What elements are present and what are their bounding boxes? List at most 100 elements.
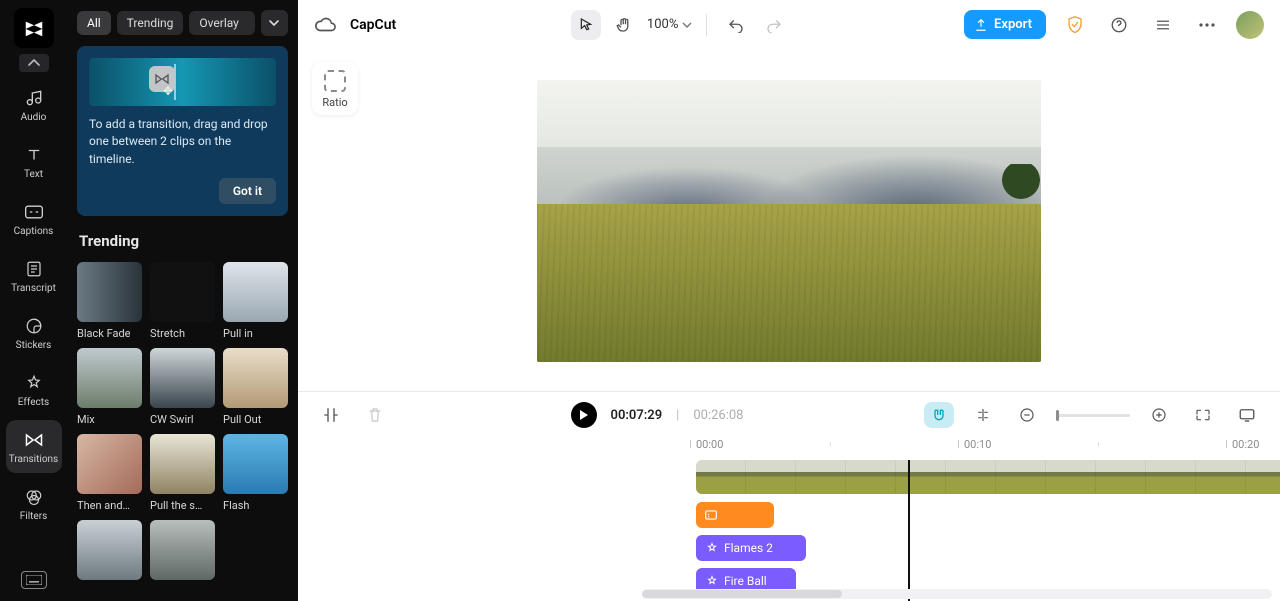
effect-label: Flames 2 (724, 541, 773, 555)
tabs-overflow-button[interactable] (261, 10, 288, 36)
delete-tool[interactable] (360, 400, 390, 430)
timeline-tracks: Flames 2 Fire Ball (696, 460, 1270, 594)
cloud-sync-icon[interactable] (314, 14, 336, 36)
keyboard-icon[interactable] (21, 571, 47, 589)
card-label: Pull in (223, 327, 288, 340)
ruler-tick: 00:10 (964, 438, 991, 451)
project-title[interactable]: CapCut (350, 17, 396, 33)
export-button[interactable]: Export (964, 10, 1046, 39)
tab-all[interactable]: All (77, 11, 111, 35)
tip-text: To add a transition, drag and drop one b… (89, 116, 276, 168)
timeline-body[interactable]: Flames 2 Fire Ball (298, 460, 1280, 601)
play-button[interactable] (571, 402, 597, 428)
timeline: 00:07:29 | 00:26:08 00:00 00:10 00:20 00… (298, 391, 1280, 601)
zoom-value: 100% (647, 17, 678, 32)
time-separator: | (676, 408, 679, 423)
video-stage[interactable] (298, 50, 1280, 391)
captions-icon (24, 202, 44, 222)
time-current: 00:07:29 (611, 408, 663, 423)
timeline-ruler[interactable]: 00:00 00:10 00:20 00:30 (696, 438, 1280, 460)
shield-icon[interactable] (1060, 10, 1090, 40)
video-clip[interactable] (696, 460, 1280, 494)
card-label: Pull the s… (150, 499, 215, 512)
rail-item-filters[interactable]: Filters (6, 477, 62, 530)
undo-button[interactable] (721, 10, 751, 40)
export-icon (974, 18, 988, 32)
select-tool[interactable] (571, 10, 601, 40)
effect-clip[interactable]: Flames 2 (696, 535, 806, 561)
zoom-in-button[interactable] (1144, 402, 1174, 428)
layers-icon[interactable] (1148, 10, 1178, 40)
transition-card[interactable]: Then and… (77, 434, 142, 512)
video-preview[interactable] (537, 80, 1041, 362)
help-icon[interactable] (1104, 10, 1134, 40)
card-label: Flash (223, 499, 288, 512)
avatar[interactable] (1236, 11, 1264, 39)
rail-item-audio[interactable]: Audio (6, 78, 62, 131)
transition-card[interactable]: Black Fade (77, 262, 142, 340)
transition-card[interactable] (150, 520, 215, 585)
tab-overlay[interactable]: Overlay (189, 11, 254, 35)
app-logo[interactable] (14, 8, 54, 48)
caption-icon (704, 508, 718, 522)
ratio-label: Ratio (322, 96, 347, 109)
split-tool[interactable] (316, 400, 346, 430)
playhead[interactable] (908, 460, 910, 601)
rail-item-effects[interactable]: Effects (6, 363, 62, 416)
card-label: Black Fade (77, 327, 142, 340)
transition-card[interactable]: Pull the s… (150, 434, 215, 512)
rail-item-captions[interactable]: Captions (6, 192, 62, 245)
rail-item-transitions[interactable]: Transitions (6, 420, 62, 473)
tab-trending[interactable]: Trending (117, 11, 184, 35)
preview-mode-button[interactable] (1232, 402, 1262, 428)
transition-card[interactable]: Mix (77, 348, 142, 426)
timeline-scrollbar[interactable] (642, 589, 1272, 599)
magnet-toggle[interactable] (924, 402, 954, 428)
ratio-icon (324, 70, 346, 92)
rail-label: Stickers (16, 340, 52, 351)
filters-icon (24, 487, 44, 507)
transition-card[interactable]: Pull Out (223, 348, 288, 426)
transitions-icon (24, 430, 44, 450)
tip-illustration: ✥ (89, 58, 276, 106)
ruler-tick: 00:00 (696, 438, 723, 451)
rail-item-text[interactable]: Text (6, 135, 62, 188)
caption-clip[interactable] (696, 502, 774, 528)
canvas-area: Ratio (298, 50, 1280, 391)
rail-item-stickers[interactable]: Stickers (6, 306, 62, 359)
ruler-tick: 00:20 (1232, 438, 1259, 451)
zoom-out-button[interactable] (1012, 402, 1042, 428)
rail-label: Audio (21, 112, 47, 123)
rail-bottom (21, 571, 47, 601)
zoom-dropdown[interactable]: 100% (647, 17, 692, 32)
redo-button[interactable] (759, 10, 789, 40)
rail-label: Transcript (11, 283, 56, 294)
transition-card[interactable]: Stretch (150, 262, 215, 340)
card-label: CW Swirl (150, 413, 215, 426)
rail-label: Captions (14, 226, 54, 237)
hand-tool[interactable] (609, 10, 639, 40)
rail-item-transcript[interactable]: Transcript (6, 249, 62, 302)
card-label: Mix (77, 413, 142, 426)
export-label: Export (994, 17, 1032, 32)
transcript-icon (24, 259, 44, 279)
effect-label: Fire Ball (724, 574, 767, 588)
transition-card[interactable]: Flash (223, 434, 288, 512)
sparkle-icon (706, 542, 718, 554)
transition-card[interactable] (77, 520, 142, 585)
timeline-zoom-slider[interactable] (1056, 414, 1130, 417)
align-toggle[interactable] (968, 402, 998, 428)
rail-label: Text (24, 169, 43, 180)
cursor-icon: ✥ (163, 84, 173, 98)
rail-scroll-up[interactable] (19, 54, 49, 72)
fit-timeline-button[interactable] (1188, 402, 1218, 428)
transition-card[interactable]: Pull in (223, 262, 288, 340)
canvas-tool-group: 100% (571, 10, 789, 40)
got-it-button[interactable]: Got it (219, 178, 276, 204)
card-label: Stretch (150, 327, 215, 340)
more-icon[interactable] (1192, 10, 1222, 40)
chevron-down-icon (682, 21, 692, 29)
transitions-panel: All Trending Overlay ✥ To add a transiti… (67, 0, 298, 601)
ratio-tool[interactable]: Ratio (312, 62, 358, 115)
transition-card[interactable]: CW Swirl (150, 348, 215, 426)
